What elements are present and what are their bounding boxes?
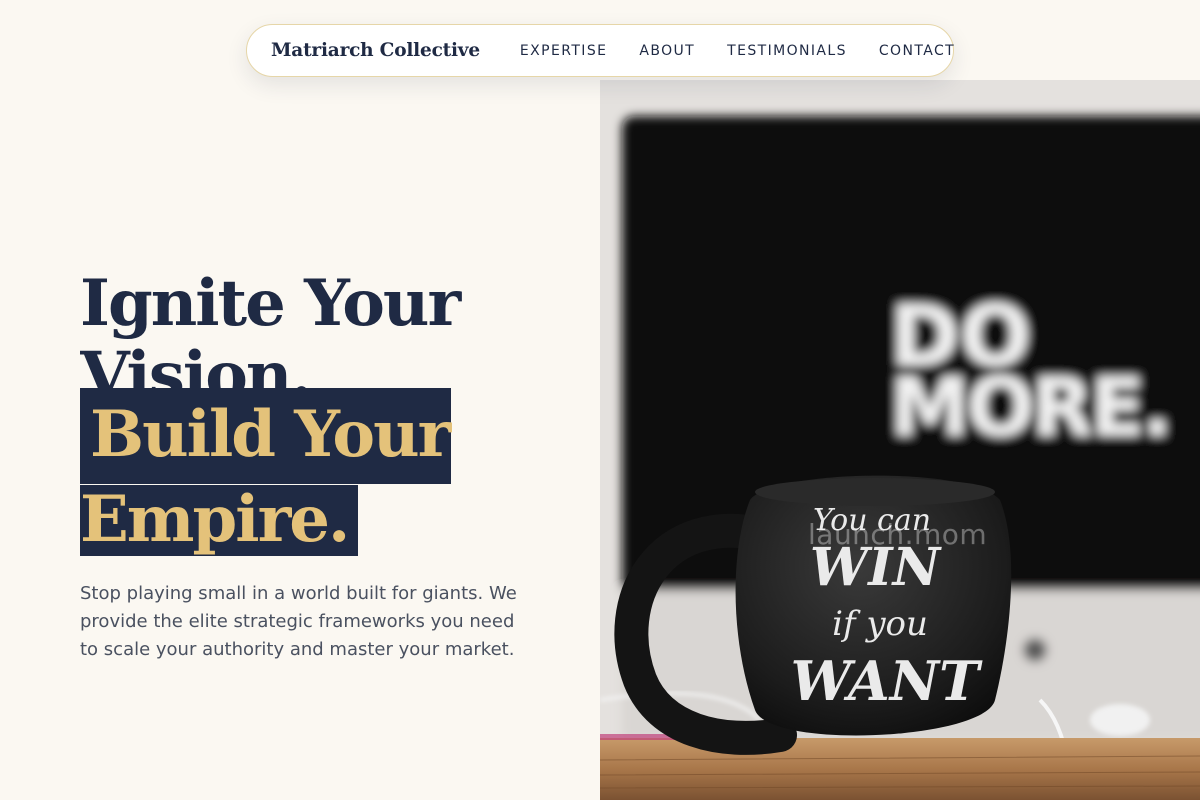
mug-photo-illustration: DO MORE. You can WIN if you WANT [600,80,1200,800]
headline-line-1: Ignite Your [80,266,461,341]
brand-logo[interactable]: Matriarch Collective [271,40,480,61]
hero-headline: Ignite Your Vision. [80,266,580,397]
nav-link-testimonials[interactable]: TESTIMONIALS [727,43,847,59]
hero-image: DO MORE. You can WIN if you WANT [600,80,1200,800]
accent-line-1: Build Your [80,388,451,484]
nav-links: EXPERTISE ABOUT TESTIMONIALS CONTACT [520,43,955,59]
watermark-text: launch.mom [808,518,988,551]
mug-text-if-you: if you [832,604,928,644]
mug-text-want: WANT [791,649,983,713]
hero-accent: Build Your Empire. [80,388,451,568]
hero-subtitle: Stop playing small in a world built for … [80,583,517,660]
nav-link-about[interactable]: ABOUT [639,43,695,59]
nav-link-expertise[interactable]: EXPERTISE [520,43,607,59]
accent-line-2: Empire. [80,485,359,556]
top-navigation: Matriarch Collective EXPERTISE ABOUT TES… [246,24,954,77]
monitor-text-more: MORE. [890,361,1169,454]
nav-link-contact[interactable]: CONTACT [879,43,955,59]
